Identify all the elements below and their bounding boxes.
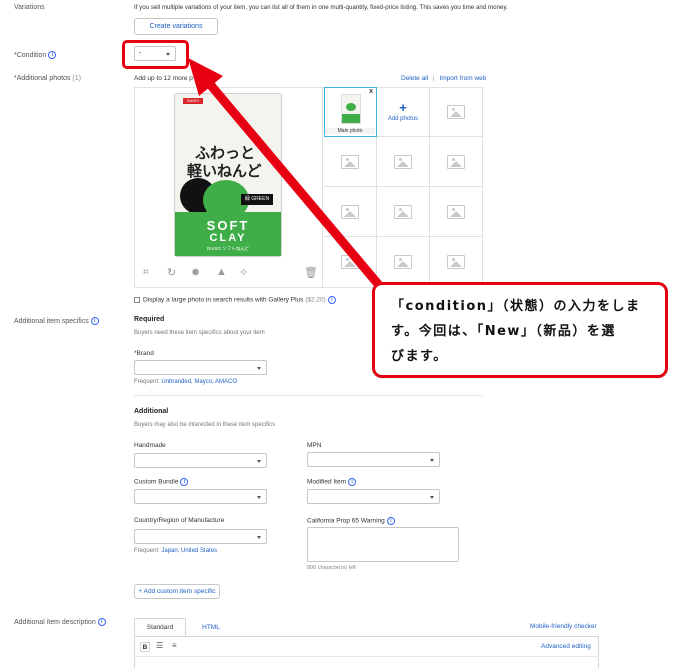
instruction-callout: 「condition」（状態）の入力をしま す。今回は、「New」（新品）を選 … xyxy=(372,282,668,378)
callout-line3: びます。 xyxy=(391,349,448,364)
arrow-shaft xyxy=(198,71,383,289)
callout-line1: 「condition」（状態）の入力をしま xyxy=(391,299,641,314)
callout-line2: す。今回は、「New」（新品）を選 xyxy=(391,324,616,339)
